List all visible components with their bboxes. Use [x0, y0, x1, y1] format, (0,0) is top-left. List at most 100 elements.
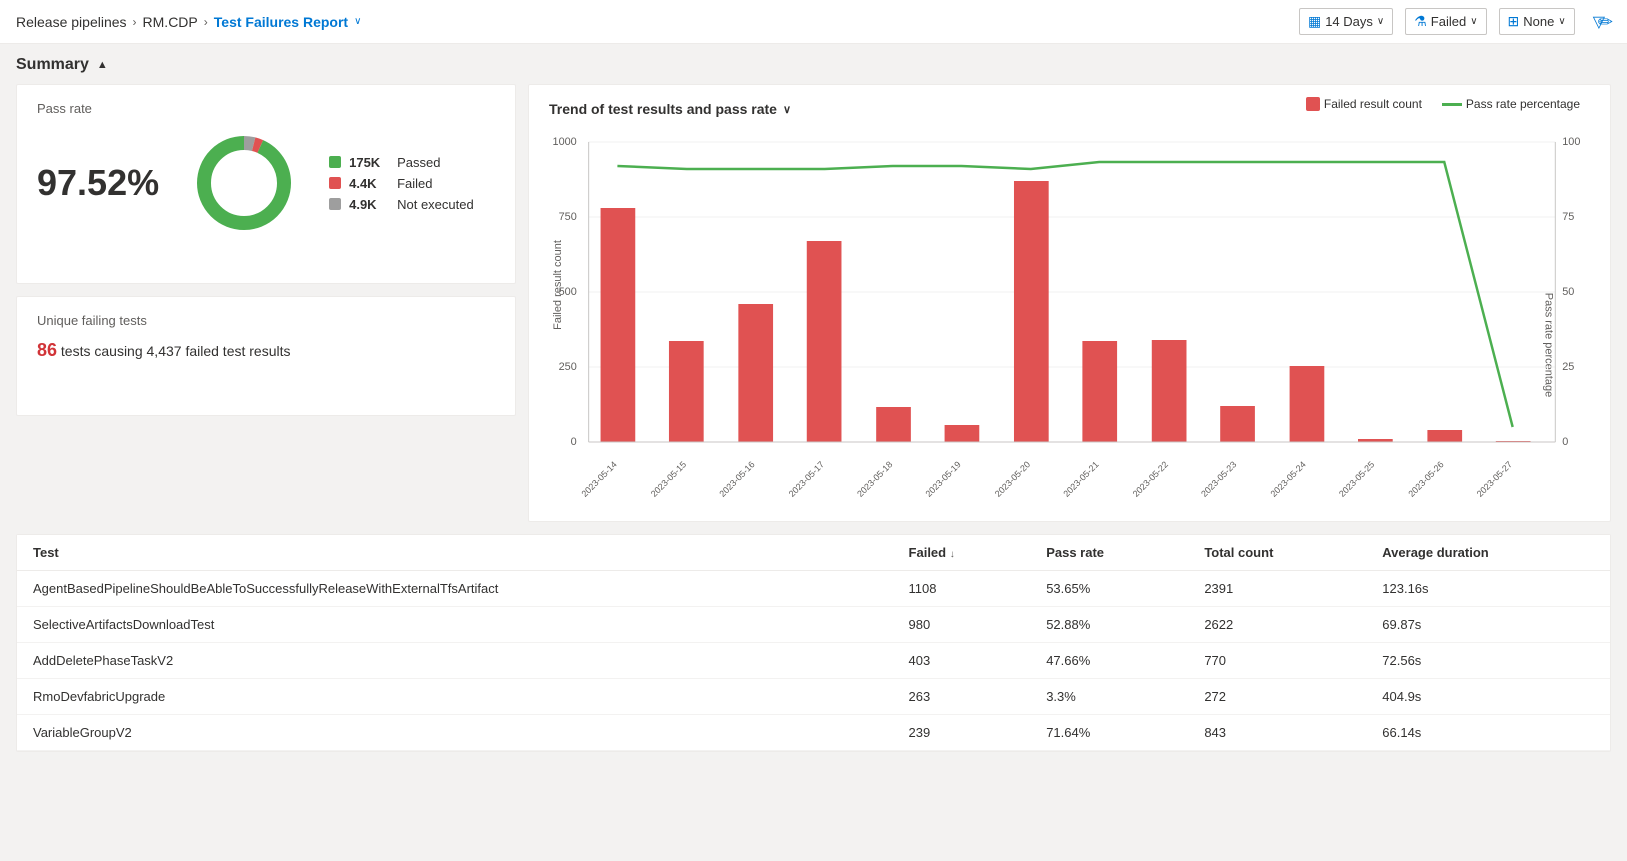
- table-section: Test Failed ↓ Pass rate Total count Aver…: [16, 534, 1611, 752]
- bar-3: [807, 241, 842, 442]
- legend-pass-rate-line: Pass rate percentage: [1442, 97, 1580, 111]
- pass-rate-line-icon: [1442, 103, 1462, 106]
- svg-text:2023-05-24: 2023-05-24: [1269, 459, 1308, 499]
- svg-text:25: 25: [1562, 361, 1574, 373]
- status-filter-button[interactable]: ⚗ Failed ∨: [1405, 8, 1486, 35]
- chart-legend: 175K Passed 4.4K Failed 4.9K Not execute…: [329, 155, 474, 212]
- svg-text:Failed result count: Failed result count: [552, 240, 564, 330]
- legend-passed: 175K Passed: [329, 155, 474, 170]
- cell-test: SelectiveArtifactsDownloadTest: [17, 607, 893, 643]
- bar-0: [601, 208, 636, 442]
- cell-avg-duration: 404.9s: [1366, 679, 1610, 715]
- svg-text:2023-05-25: 2023-05-25: [1337, 459, 1376, 499]
- pass-rate-title: Pass rate: [37, 101, 495, 116]
- results-table: Test Failed ↓ Pass rate Total count Aver…: [17, 535, 1610, 751]
- cell-failed: 980: [893, 607, 1031, 643]
- unique-failing-title: Unique failing tests: [37, 313, 495, 328]
- svg-text:1000: 1000: [553, 136, 577, 148]
- group-filter-button[interactable]: ⊞ None ∨: [1499, 8, 1575, 35]
- bar-8: [1152, 340, 1187, 442]
- svg-text:2023-05-23: 2023-05-23: [1199, 459, 1238, 499]
- calendar-icon: ▦: [1308, 13, 1321, 30]
- svg-text:50: 50: [1562, 286, 1574, 298]
- table-body: AgentBasedPipelineShouldBeAbleToSuccessf…: [17, 571, 1610, 751]
- cell-pass-rate: 3.3%: [1030, 679, 1188, 715]
- bar-9: [1220, 406, 1255, 442]
- passed-label: Passed: [397, 155, 440, 170]
- bar-12: [1427, 430, 1462, 442]
- legend-failed-bar: Failed result count: [1306, 97, 1422, 111]
- svg-text:0: 0: [1562, 436, 1568, 448]
- table-row[interactable]: RmoDevfabricUpgrade 263 3.3% 272 404.9s: [17, 679, 1610, 715]
- cards-row: Pass rate 97.52%: [16, 84, 1611, 522]
- passed-dot: [329, 156, 341, 168]
- col-failed[interactable]: Failed ↓: [893, 535, 1031, 571]
- svg-text:2023-05-14: 2023-05-14: [580, 459, 619, 499]
- pass-rate-card: Pass rate 97.52%: [16, 84, 516, 284]
- summary-section: Summary ▲ Pass rate 97.52%: [0, 44, 1627, 522]
- bar-6: [1014, 181, 1049, 442]
- summary-title: Summary: [16, 56, 89, 74]
- cell-test: AgentBasedPipelineShouldBeAbleToSuccessf…: [17, 571, 893, 607]
- top-bar: Release pipelines › RM.CDP › Test Failur…: [0, 0, 1627, 44]
- sort-icon: ↓: [950, 549, 955, 560]
- cell-pass-rate: 52.88%: [1030, 607, 1188, 643]
- failed-bar-icon: [1306, 97, 1320, 111]
- not-executed-dot: [329, 198, 341, 210]
- edit-icon-button[interactable]: ✏: [1592, 10, 1619, 35]
- breadcrumb-part1[interactable]: Release pipelines: [16, 14, 127, 30]
- breadcrumb-part3[interactable]: Test Failures Report: [214, 14, 348, 30]
- cell-pass-rate: 53.65%: [1030, 571, 1188, 607]
- days-chevron-icon: ∨: [1377, 16, 1384, 27]
- unique-count: 86: [37, 340, 57, 360]
- bar-1: [669, 341, 704, 442]
- unique-failing-text: 86 tests causing 4,437 failed test resul…: [37, 340, 495, 361]
- bar-7: [1082, 341, 1117, 442]
- svg-text:100: 100: [1562, 136, 1580, 148]
- svg-text:2023-05-18: 2023-05-18: [855, 459, 894, 499]
- table-row[interactable]: VariableGroupV2 239 71.64% 843 66.14s: [17, 715, 1610, 751]
- bar-2: [738, 304, 773, 442]
- status-chevron-icon: ∨: [1470, 16, 1477, 27]
- legend-failed: 4.4K Failed: [329, 176, 474, 191]
- pass-rate-content: 97.52%: [37, 128, 495, 238]
- flask-icon: ⚗: [1414, 13, 1427, 30]
- svg-text:2023-05-27: 2023-05-27: [1475, 459, 1514, 499]
- bar-10: [1290, 366, 1325, 442]
- toolbar-right: ▦ 14 Days ∨ ⚗ Failed ∨ ⊞ None ∨ ▽ ✏: [1299, 8, 1611, 35]
- cell-failed: 1108: [893, 571, 1031, 607]
- cell-avg-duration: 66.14s: [1366, 715, 1610, 751]
- not-executed-label: Not executed: [397, 197, 474, 212]
- svg-text:2023-05-15: 2023-05-15: [649, 459, 688, 499]
- svg-text:250: 250: [559, 361, 577, 373]
- svg-text:750: 750: [559, 211, 577, 223]
- not-executed-count: 4.9K: [349, 197, 389, 212]
- table-header-row: Test Failed ↓ Pass rate Total count Aver…: [17, 535, 1610, 571]
- legend-failed-label: Failed result count: [1324, 97, 1422, 111]
- days-filter-button[interactable]: ▦ 14 Days ∨: [1299, 8, 1393, 35]
- breadcrumb-sep1: ›: [133, 15, 137, 29]
- col-total-count[interactable]: Total count: [1188, 535, 1366, 571]
- bar-4: [876, 407, 911, 442]
- cell-avg-duration: 72.56s: [1366, 643, 1610, 679]
- cell-test: VariableGroupV2: [17, 715, 893, 751]
- table-row[interactable]: AgentBasedPipelineShouldBeAbleToSuccessf…: [17, 571, 1610, 607]
- breadcrumb-sep2: ›: [204, 15, 208, 29]
- trend-chevron-icon: ∨: [783, 103, 791, 116]
- summary-header[interactable]: Summary ▲: [16, 56, 1611, 74]
- cell-failed: 239: [893, 715, 1031, 751]
- cell-total-count: 770: [1188, 643, 1366, 679]
- table-row[interactable]: AddDeletePhaseTaskV2 403 47.66% 770 72.5…: [17, 643, 1610, 679]
- col-pass-rate[interactable]: Pass rate: [1030, 535, 1188, 571]
- legend-pass-rate-label: Pass rate percentage: [1466, 97, 1580, 111]
- col-test[interactable]: Test: [17, 535, 893, 571]
- cell-test: RmoDevfabricUpgrade: [17, 679, 893, 715]
- passed-count: 175K: [349, 155, 389, 170]
- breadcrumb-chevron-icon[interactable]: ∨: [354, 16, 361, 27]
- svg-text:2023-05-22: 2023-05-22: [1131, 459, 1170, 499]
- svg-text:2023-05-17: 2023-05-17: [787, 459, 826, 499]
- breadcrumb-part2[interactable]: RM.CDP: [143, 14, 198, 30]
- group-icon: ⊞: [1508, 13, 1520, 30]
- col-avg-duration[interactable]: Average duration: [1366, 535, 1610, 571]
- table-row[interactable]: SelectiveArtifactsDownloadTest 980 52.88…: [17, 607, 1610, 643]
